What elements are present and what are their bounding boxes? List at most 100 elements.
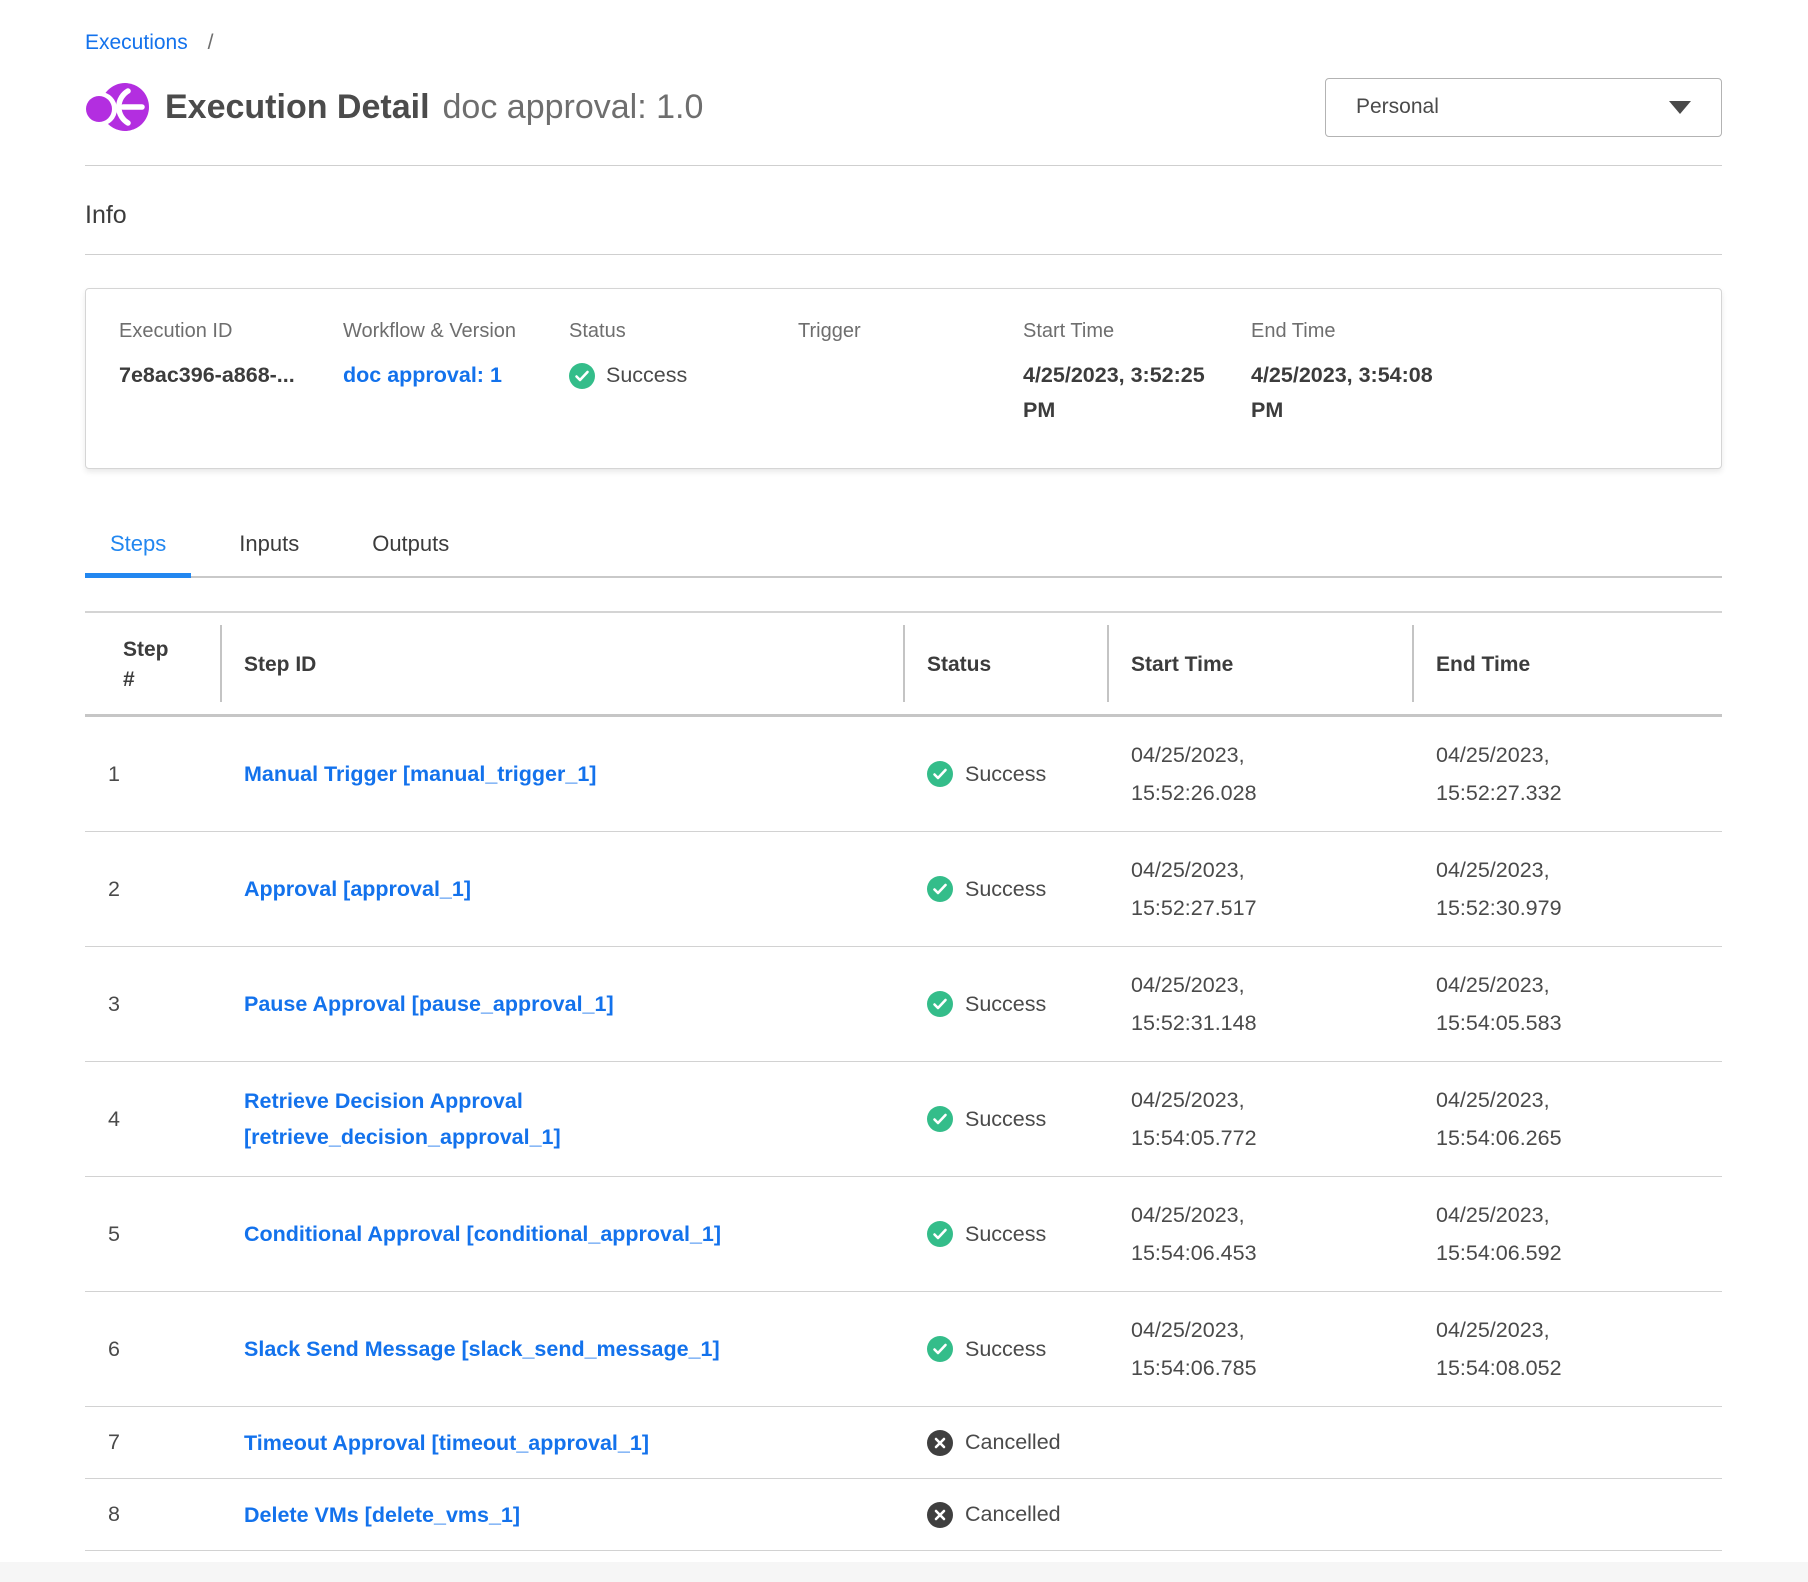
step-end-time: 04/25/2023, 15:54:05.583 <box>1412 966 1722 1042</box>
info-divider <box>85 254 1722 255</box>
success-icon <box>927 876 953 902</box>
execution-detail-page: Executions / Execution Detail doc approv… <box>85 0 1722 1551</box>
step-number: 1 <box>85 762 220 787</box>
start-time-value: 4/25/2023, 3:52:25 PM <box>1023 358 1228 428</box>
breadcrumb-separator: / <box>208 31 214 54</box>
status-text: Success <box>965 992 1046 1017</box>
column-header-start-time: Start Time <box>1107 615 1412 714</box>
step-start-time: 04/25/2023, 15:54:05.772 <box>1107 1081 1412 1157</box>
step-number: 3 <box>85 992 220 1017</box>
column-header-status: Status <box>903 615 1107 714</box>
page-header: Execution Detail doc approval: 1.0 Perso… <box>85 76 1722 138</box>
status-badge: Success <box>569 358 780 393</box>
step-start-time <box>1107 1430 1412 1455</box>
end-time-value: 4/25/2023, 3:54:08 PM <box>1251 358 1456 428</box>
step-start-time: 04/25/2023, 15:54:06.785 <box>1107 1311 1412 1387</box>
status-text: Success <box>965 762 1046 787</box>
step-start-time <box>1107 1502 1412 1527</box>
table-row: 6 Slack Send Message [slack_send_message… <box>85 1292 1722 1407</box>
table-row: 8 Delete VMs [delete_vms_1] Cancelled <box>85 1479 1722 1551</box>
step-id-link[interactable]: Retrieve Decision Approval [retrieve_dec… <box>244 1083 764 1155</box>
table-row: 2 Approval [approval_1] Success 04/25/20… <box>85 832 1722 947</box>
field-execution-id: Execution ID 7e8ac396-a868-... <box>119 320 343 428</box>
step-end-time: 04/25/2023, 15:52:27.332 <box>1412 736 1722 812</box>
table-header: Step # Step ID Status Start Time End Tim… <box>85 615 1722 717</box>
cancelled-icon <box>927 1502 953 1528</box>
step-number: 2 <box>85 877 220 902</box>
table-row: 4 Retrieve Decision Approval [retrieve_d… <box>85 1062 1722 1177</box>
info-card: Execution ID 7e8ac396-a868-... Workflow … <box>85 288 1722 469</box>
step-status: Cancelled <box>903 1502 1107 1528</box>
tab-bar: Steps Inputs Outputs <box>85 529 1722 578</box>
status-text: Success <box>606 358 687 393</box>
step-status: Cancelled <box>903 1430 1107 1456</box>
field-label: Start Time <box>1023 320 1233 343</box>
page-title: Execution Detail <box>165 88 430 127</box>
workspace-dropdown-value: Personal <box>1356 95 1669 119</box>
step-id-link[interactable]: Slack Send Message [slack_send_message_1… <box>244 1331 720 1367</box>
step-id-link[interactable]: Delete VMs [delete_vms_1] <box>244 1497 520 1533</box>
step-status: Success <box>903 876 1107 902</box>
field-trigger: Trigger <box>798 320 1023 428</box>
field-label: Status <box>569 320 780 343</box>
steps-table: Step # Step ID Status Start Time End Tim… <box>85 611 1722 1551</box>
workspace-dropdown[interactable]: Personal <box>1325 78 1722 137</box>
field-label: Trigger <box>798 320 1005 343</box>
status-text: Success <box>965 1222 1046 1247</box>
success-icon <box>927 1221 953 1247</box>
field-workflow-version: Workflow & Version doc approval: 1 <box>343 320 569 428</box>
breadcrumb-executions-link[interactable]: Executions <box>85 31 188 54</box>
status-text: Success <box>965 1337 1046 1362</box>
status-text: Success <box>965 877 1046 902</box>
step-end-time: 04/25/2023, 15:52:30.979 <box>1412 851 1722 927</box>
workflow-logo-icon <box>85 78 149 136</box>
step-id-link[interactable]: Pause Approval [pause_approval_1] <box>244 986 614 1022</box>
step-start-time: 04/25/2023, 15:52:27.517 <box>1107 851 1412 927</box>
step-number: 7 <box>85 1430 220 1455</box>
step-id-link[interactable]: Conditional Approval [conditional_approv… <box>244 1216 721 1252</box>
tab-steps[interactable]: Steps <box>85 531 191 578</box>
column-header-end-time: End Time <box>1412 615 1722 714</box>
success-icon <box>927 991 953 1017</box>
step-end-time <box>1412 1502 1722 1527</box>
table-row: 7 Timeout Approval [timeout_approval_1] … <box>85 1407 1722 1479</box>
step-status: Success <box>903 991 1107 1017</box>
info-section-title: Info <box>85 201 1722 230</box>
cancelled-icon <box>927 1430 953 1456</box>
page-subtitle: doc approval: 1.0 <box>443 88 704 127</box>
field-status: Status Success <box>569 320 798 428</box>
step-id-link[interactable]: Timeout Approval [timeout_approval_1] <box>244 1425 649 1461</box>
step-status: Success <box>903 1106 1107 1132</box>
step-status: Success <box>903 1221 1107 1247</box>
step-number: 6 <box>85 1337 220 1362</box>
status-text: Cancelled <box>965 1430 1061 1455</box>
success-icon <box>927 761 953 787</box>
step-end-time: 04/25/2023, 15:54:06.592 <box>1412 1196 1722 1272</box>
step-start-time: 04/25/2023, 15:52:26.028 <box>1107 736 1412 812</box>
step-status: Success <box>903 1336 1107 1362</box>
table-row: 1 Manual Trigger [manual_trigger_1] Succ… <box>85 717 1722 832</box>
column-header-step-id: Step ID <box>220 615 903 714</box>
step-number: 4 <box>85 1107 220 1132</box>
tab-inputs[interactable]: Inputs <box>214 531 324 578</box>
step-id-link[interactable]: Approval [approval_1] <box>244 871 471 907</box>
tab-outputs[interactable]: Outputs <box>347 531 474 578</box>
workflow-version-link[interactable]: doc approval: 1 <box>343 358 551 393</box>
column-header-step-num: Step # <box>85 615 220 714</box>
step-start-time: 04/25/2023, 15:52:31.148 <box>1107 966 1412 1042</box>
step-id-link[interactable]: Manual Trigger [manual_trigger_1] <box>244 756 596 792</box>
step-start-time: 04/25/2023, 15:54:06.453 <box>1107 1196 1412 1272</box>
field-label: End Time <box>1251 320 1493 343</box>
field-label: Execution ID <box>119 320 325 343</box>
step-end-time: 04/25/2023, 15:54:08.052 <box>1412 1311 1722 1387</box>
field-label: Workflow & Version <box>343 320 551 343</box>
chevron-down-icon <box>1669 101 1691 114</box>
step-number: 5 <box>85 1222 220 1247</box>
field-end-time: End Time 4/25/2023, 3:54:08 PM <box>1251 320 1511 428</box>
table-body: 1 Manual Trigger [manual_trigger_1] Succ… <box>85 717 1722 1551</box>
page-bottom-strip <box>0 1562 1808 1582</box>
table-row: 3 Pause Approval [pause_approval_1] Succ… <box>85 947 1722 1062</box>
success-icon <box>569 363 595 389</box>
breadcrumb: Executions / <box>85 31 1722 55</box>
success-icon <box>927 1106 953 1132</box>
